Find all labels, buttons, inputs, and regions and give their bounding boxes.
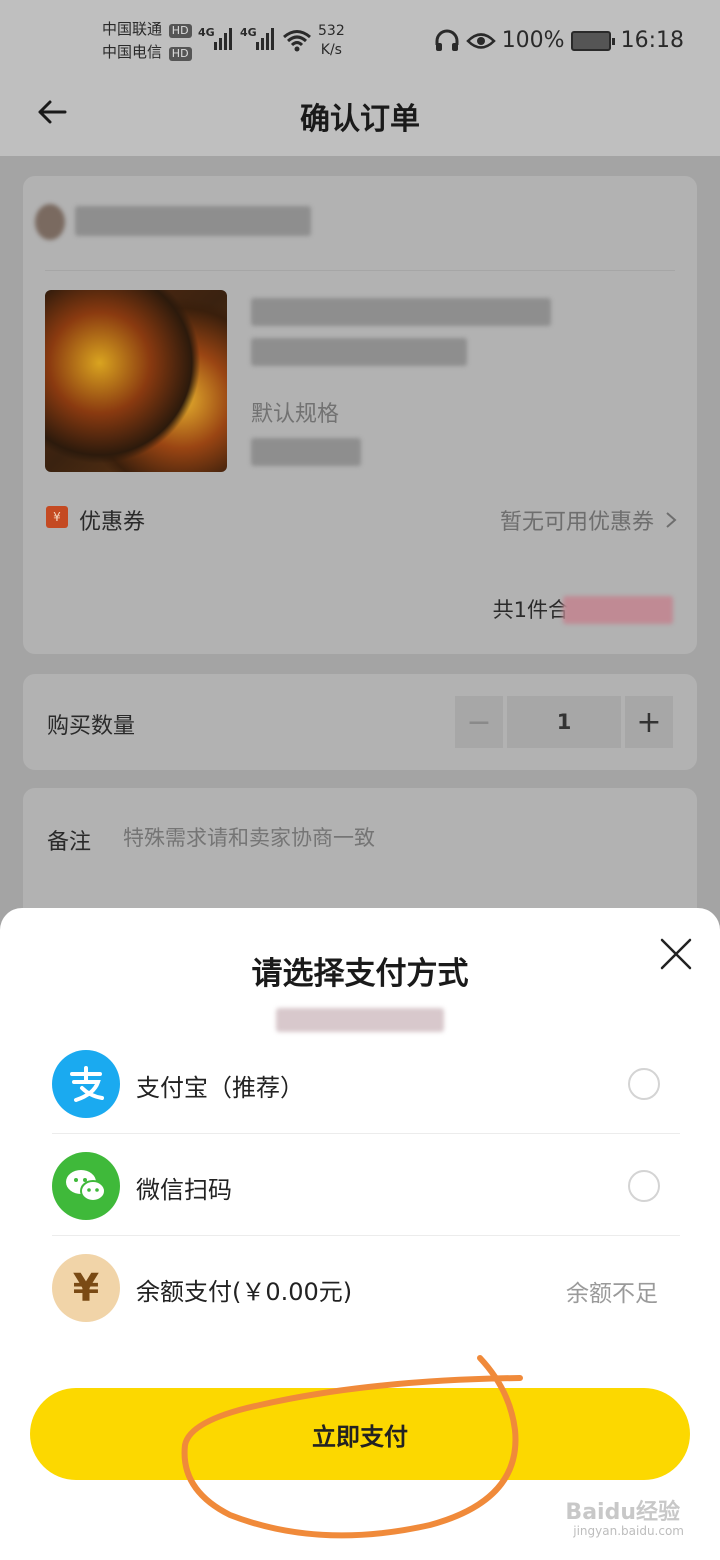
pay-method-label: 支付宝（推荐） [136,1074,304,1102]
signal-icon [256,24,274,50]
decrement-button[interactable]: − [455,696,503,748]
radio-wechat[interactable] [628,1170,660,1202]
divider [52,1235,680,1236]
network-type-1: 4G [198,26,215,39]
network-type-2: 4G [240,26,257,39]
alipay-icon [52,1050,120,1118]
headphones-icon [435,29,459,51]
battery-icon [570,30,615,51]
divider [45,270,675,271]
chevron-right-icon [666,512,677,528]
pay-method-alipay[interactable]: 支付宝（推荐） [52,1034,680,1134]
insufficient-balance-label: 余额不足 [566,1281,658,1307]
coupon-icon: ¥ [46,506,68,528]
hd-badge: HD [168,47,192,61]
pay-method-label: 微信扫码 [136,1176,232,1204]
quantity-stepper: − 1 + [455,696,673,748]
amount-redacted [276,1008,444,1032]
wifi-icon [283,30,311,52]
product-title-redacted [251,338,467,366]
note-card: 备注 [23,788,697,928]
product-title-redacted [251,298,551,326]
carrier-2: 中国电信 [102,43,163,61]
system-status: 100% 16:18 [434,28,684,53]
clock: 16:18 [620,28,684,53]
order-card: 默认规格 ¥ 优惠券 暂无可用优惠券 共1件合 [23,176,697,654]
nav-header: 确认订单 [0,84,720,156]
shop-name-redacted [75,206,311,236]
carrier-info: 中国联通 HD 中国电信 HD [102,18,192,64]
carrier-1: 中国联通 [102,20,163,38]
watermark-url: jingyan.baidu.com [573,1524,684,1538]
status-bar: 中国联通 HD 中国电信 HD 4G 4G 532 K/s 100% 16:18 [0,0,720,84]
hd-badge: HD [168,24,192,38]
signal-icon [214,24,232,50]
product-image[interactable] [45,290,227,472]
order-total-label: 共1件合 [492,598,569,622]
quantity-card: 购买数量 − 1 + [23,674,697,770]
close-icon[interactable] [658,936,694,972]
page-title: 确认订单 [300,102,420,137]
divider [52,1133,680,1134]
yuan-icon: ¥ [52,1254,120,1322]
shop-avatar [35,204,65,240]
sheet-title: 请选择支付方式 [251,956,469,992]
pay-method-balance: ¥ 余额支付(￥0.00元) 余额不足 [52,1238,680,1338]
wechat-icon [52,1152,120,1220]
eye-comfort-icon [465,32,496,49]
watermark-logo: Baidu经验 [565,1500,680,1525]
coupon-status[interactable]: 暂无可用优惠券 [500,504,677,536]
note-input[interactable] [123,826,523,850]
product-price-redacted [251,438,361,466]
quantity-value[interactable]: 1 [507,696,621,748]
radio-alipay[interactable] [628,1068,660,1100]
net-speed: 532 K/s [318,23,345,58]
payment-sheet: 请选择支付方式 支付宝（推荐） 微信扫码 ¥ 余额支付(￥0.00元) 余额不足… [0,908,720,1560]
coupon-label: 优惠券 [79,510,146,535]
pay-now-button[interactable]: 立即支付 [30,1388,690,1480]
battery-percent: 100% [501,28,565,53]
note-label: 备注 [47,830,92,855]
pay-method-label: 余额支付(￥0.00元) [136,1278,353,1306]
order-total-redacted [563,596,673,624]
pay-method-wechat[interactable]: 微信扫码 [52,1136,680,1236]
quantity-label: 购买数量 [47,714,136,739]
product-spec: 默认规格 [251,402,340,427]
increment-button[interactable]: + [625,696,673,748]
